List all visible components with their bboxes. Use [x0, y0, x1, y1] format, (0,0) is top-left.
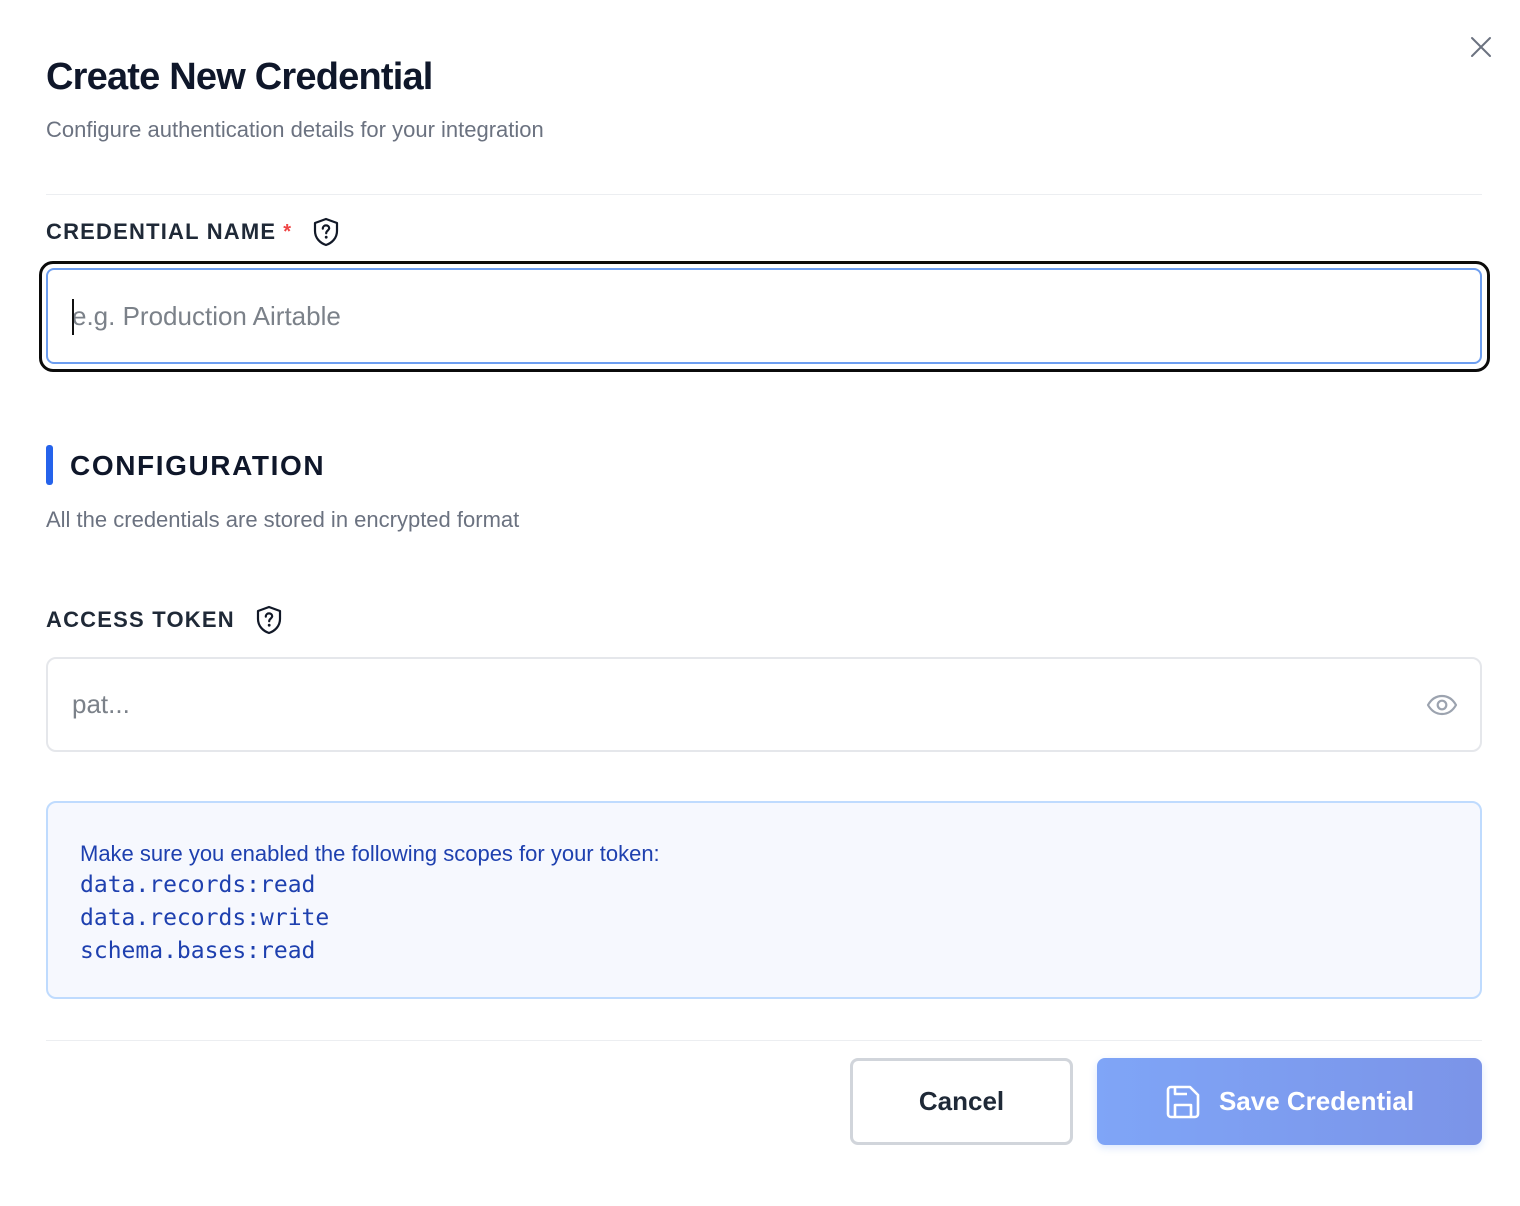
text-caret	[72, 299, 74, 335]
shield-question-icon[interactable]	[312, 217, 340, 247]
header-divider	[46, 194, 1482, 195]
toggle-visibility-button[interactable]	[1425, 690, 1459, 720]
save-button-label: Save Credential	[1218, 1086, 1415, 1116]
dialog-subtitle: Configure authentication details for you…	[46, 117, 544, 142]
create-credential-dialog: Create New Credential Configure authenti…	[0, 0, 1520, 1206]
access-token-label: ACCESS TOKEN	[46, 605, 283, 635]
configuration-heading: CONFIGURATION	[70, 450, 326, 481]
access-token-label-text: ACCESS TOKEN	[46, 607, 235, 632]
scopes-info-box: Make sure you enabled the following scop…	[46, 801, 1482, 999]
configuration-description: All the credentials are stored in encryp…	[46, 507, 520, 532]
credential-name-label-text: CREDENTIAL NAME	[46, 219, 277, 244]
cancel-button-label: Cancel	[918, 1086, 1005, 1116]
eye-icon[interactable]	[1426, 694, 1458, 716]
credential-name-label: CREDENTIAL NAME *	[46, 217, 340, 247]
close-icon[interactable]	[1470, 36, 1492, 58]
dialog-title: Create New Credential	[46, 56, 433, 98]
close-button[interactable]	[1466, 32, 1496, 62]
scopes-info-text: Make sure you enabled the following scop…	[80, 841, 660, 866]
credential-name-input[interactable]	[46, 268, 1482, 364]
scope-item: data.records:read	[80, 872, 316, 898]
required-marker: *	[283, 221, 293, 243]
footer-divider	[46, 1040, 1482, 1041]
section-accent-bar	[46, 445, 53, 485]
save-credential-button[interactable]: Save Credential	[1097, 1058, 1482, 1145]
save-icon	[1165, 1084, 1201, 1120]
scope-item: schema.bases:read	[80, 938, 316, 964]
scope-item: data.records:write	[80, 905, 330, 931]
access-token-input[interactable]	[46, 657, 1482, 752]
shield-question-icon[interactable]	[255, 605, 283, 635]
cancel-button[interactable]: Cancel	[850, 1058, 1073, 1145]
